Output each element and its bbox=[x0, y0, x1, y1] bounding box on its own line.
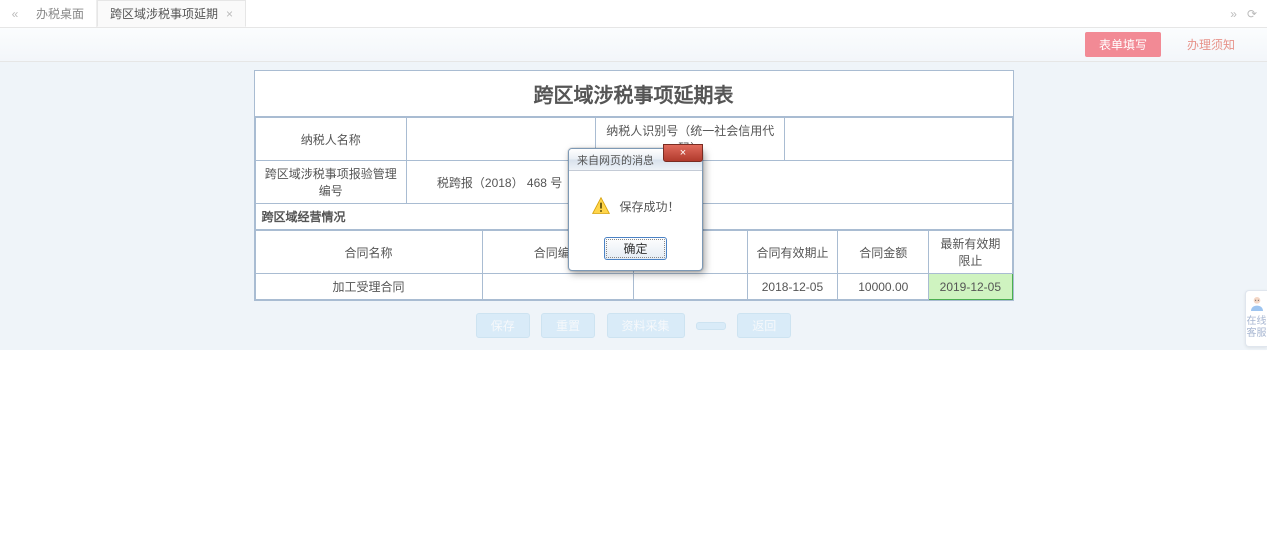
sub-tab-form[interactable]: 表单填写 bbox=[1085, 32, 1161, 57]
col-valid-until: 合同有效期止 bbox=[747, 231, 838, 274]
app-root: « 办税桌面 跨区域涉税事项延期 × » ⟳ 表单填写 办理须知 跨区域涉税事项… bbox=[0, 0, 1267, 551]
tabs-left: « 办税桌面 跨区域涉税事项延期 × bbox=[6, 0, 246, 27]
dialog-message: 保存成功！ bbox=[619, 198, 679, 215]
warning-icon bbox=[591, 196, 611, 216]
col-contract-name: 合同名称 bbox=[255, 231, 482, 274]
table-row: 加工受理合同 2018-12-05 10000.00 2019-12-05 bbox=[255, 274, 1012, 300]
actions-row: 保存 重置 资料采集 返回 bbox=[14, 301, 1253, 350]
cell-amount: 10000.00 bbox=[838, 274, 929, 300]
dialog-close-button[interactable]: × bbox=[663, 144, 703, 162]
collect-button[interactable]: 资料采集 bbox=[607, 313, 685, 338]
close-icon[interactable]: × bbox=[226, 7, 233, 21]
cell-contract-no[interactable] bbox=[482, 274, 633, 300]
reset-button[interactable]: 重置 bbox=[541, 313, 595, 338]
sub-bar: 表单填写 办理须知 bbox=[0, 28, 1267, 62]
back-button[interactable]: 返回 bbox=[737, 313, 791, 338]
tab-label: 办税桌面 bbox=[36, 5, 84, 22]
dialog-ok-button[interactable]: 确定 bbox=[604, 237, 666, 260]
alert-dialog: 来自网页的消息 × 保存成功！ 确定 bbox=[568, 148, 703, 271]
tab-extension[interactable]: 跨区域涉税事项延期 × bbox=[97, 0, 246, 27]
support-label-line2: 客服 bbox=[1246, 328, 1267, 340]
tabs-right-controls: » ⟳ bbox=[1230, 0, 1257, 27]
save-button[interactable]: 保存 bbox=[476, 313, 530, 338]
cell-new-valid-until[interactable]: 2019-12-05 bbox=[929, 274, 1012, 300]
label-taxpayer-name: 纳税人名称 bbox=[255, 118, 406, 161]
dialog-titlebar[interactable]: 来自网页的消息 × bbox=[569, 149, 702, 171]
support-avatar-icon bbox=[1249, 295, 1265, 311]
tabs-refresh-icon[interactable]: ⟳ bbox=[1247, 7, 1257, 21]
col-amount: 合同金额 bbox=[838, 231, 929, 274]
empty-button[interactable] bbox=[696, 322, 726, 330]
label-record-no: 跨区域涉税事项报验管理编号 bbox=[255, 161, 406, 204]
close-icon: × bbox=[680, 147, 686, 159]
cell-contract-name: 加工受理合同 bbox=[255, 274, 482, 300]
tabs-prev-icon[interactable]: « bbox=[6, 0, 24, 27]
dialog-title: 来自网页的消息 bbox=[577, 152, 654, 168]
value-taxpayer-id[interactable] bbox=[785, 118, 1012, 161]
form-title: 跨区域涉税事项延期表 bbox=[255, 71, 1013, 117]
support-label-line1: 在线 bbox=[1246, 316, 1267, 328]
tabs-bar: « 办税桌面 跨区域涉税事项延期 × » ⟳ bbox=[0, 0, 1267, 28]
online-support-widget[interactable]: 在线 客服 bbox=[1245, 290, 1267, 347]
value-record-no[interactable]: 税跨报（2018） 468 号 bbox=[406, 161, 1012, 204]
cell-hidden bbox=[633, 274, 747, 300]
dialog-footer: 确定 bbox=[569, 231, 702, 270]
dialog-body: 保存成功！ bbox=[569, 171, 702, 231]
tabs-next-icon[interactable]: » bbox=[1230, 7, 1237, 21]
tab-desktop[interactable]: 办税桌面 bbox=[24, 0, 97, 27]
cell-valid-until: 2018-12-05 bbox=[747, 274, 838, 300]
tab-label: 跨区域涉税事项延期 bbox=[110, 5, 218, 22]
col-new-valid-until: 最新有效期限止 bbox=[929, 231, 1012, 274]
sub-tab-notice[interactable]: 办理须知 bbox=[1173, 32, 1249, 57]
